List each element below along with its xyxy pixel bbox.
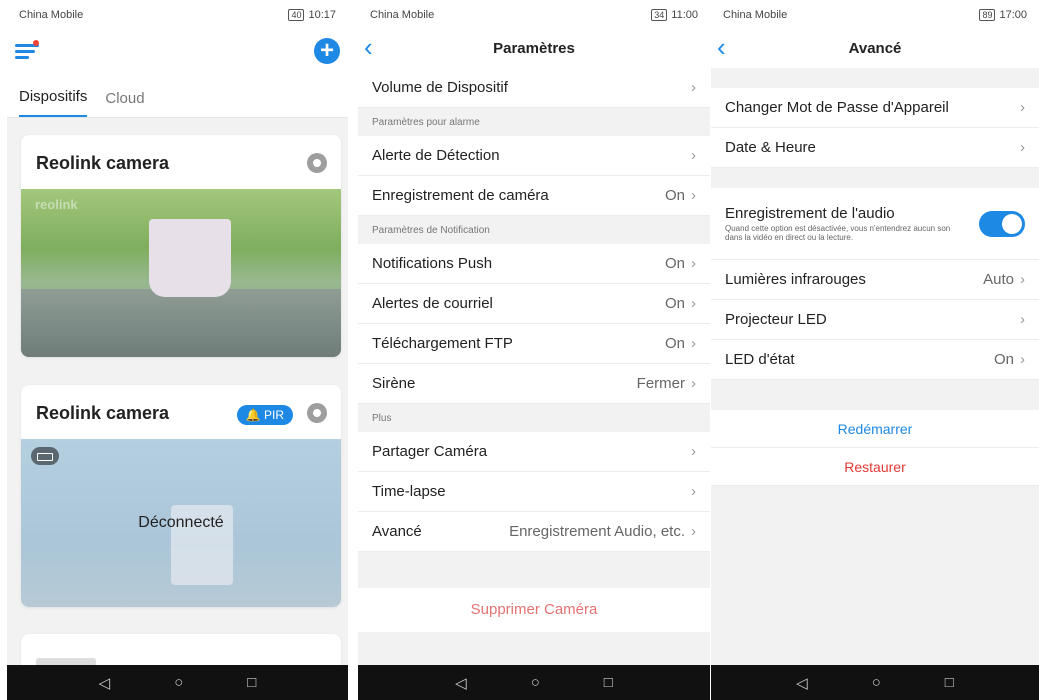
settings-row-led-spotlight[interactable]: Projecteur LED ›	[711, 300, 1039, 340]
camera-card-header: Reolink camera 🔔 PIR	[21, 385, 341, 439]
settings-row-push-notifications[interactable]: Notifications Push On ›	[358, 244, 710, 284]
battery-indicator: 34	[651, 9, 668, 21]
chevron-right-icon: ›	[691, 147, 696, 164]
settings-list: Volume de Dispositif ›	[358, 68, 710, 108]
add-device-button[interactable]: +	[314, 38, 340, 64]
gear-icon[interactable]	[307, 153, 327, 173]
settings-row-time-lapse[interactable]: Time-lapse ›	[358, 472, 710, 512]
back-arrow-icon[interactable]: ‹	[717, 32, 726, 62]
settings-screen: China Mobile 34 11:00 ‹ Paramètres Volum…	[358, 0, 710, 700]
tab-devices[interactable]: Dispositifs	[19, 88, 88, 117]
recent-nav-icon[interactable]: □	[247, 674, 256, 691]
chevron-right-icon: ›	[691, 443, 696, 460]
status-bar: China Mobile 89 17:00	[711, 0, 1039, 30]
battery-icon	[31, 447, 59, 465]
camera-card[interactable]: Reolink camera reolink	[21, 135, 341, 357]
clock: 11:00	[671, 9, 698, 21]
battery-indicator: 40	[288, 9, 305, 21]
chevron-right-icon: ›	[691, 335, 696, 352]
settings-row-advanced[interactable]: Avancé Enregistrement Audio, etc. ›	[358, 512, 710, 552]
chevron-right-icon: ›	[1020, 311, 1025, 328]
chevron-right-icon: ›	[1020, 99, 1025, 116]
tab-bar: Dispositifs Cloud	[7, 76, 348, 118]
chevron-right-icon: ›	[691, 255, 696, 272]
audio-recording-label: Enregistrement de l'audio	[725, 205, 895, 222]
settings-row-detection-alert[interactable]: Alerte de Détection ›	[358, 136, 710, 176]
system-nav-bar: ◁ ○ □	[358, 665, 710, 700]
back-nav-icon[interactable]: ◁	[455, 674, 467, 692]
chevron-right-icon: ›	[691, 375, 696, 392]
screen-header: ‹ Avancé	[711, 30, 1039, 68]
camera-card[interactable]: Reolink camera 🔔 PIR Déconnecté	[21, 385, 341, 607]
page-title: Avancé	[848, 40, 902, 57]
advanced-screen: China Mobile 89 17:00 ‹ Avancé Changer M…	[711, 0, 1039, 700]
device-list-screen: China Mobile 40 10:17 + Dispositifs Clou…	[7, 0, 348, 700]
battery-indicator: 89	[979, 9, 996, 21]
status-bar: China Mobile 34 11:00	[358, 0, 710, 30]
settings-row-share-camera[interactable]: Partager Caméra ›	[358, 432, 710, 472]
tab-cloud[interactable]: Cloud	[105, 90, 144, 117]
camera-name: Reolink camera	[36, 153, 170, 173]
chevron-right-icon: ›	[691, 295, 696, 312]
home-nav-icon[interactable]: ○	[174, 674, 183, 691]
pir-badge[interactable]: 🔔 PIR	[236, 405, 293, 425]
page-title: Paramètres	[493, 40, 575, 57]
clock: 17:00	[999, 9, 1027, 21]
recent-nav-icon[interactable]: □	[945, 674, 954, 691]
chevron-right-icon: ›	[1020, 271, 1025, 288]
feed-watermark: reolink	[35, 197, 78, 212]
carrier-label: China Mobile	[19, 9, 84, 21]
settings-row-siren[interactable]: Sirène Fermer ›	[358, 364, 710, 404]
back-nav-icon[interactable]: ◁	[796, 674, 808, 692]
screen-header: ‹ Paramètres	[358, 30, 710, 68]
system-nav-bar: ◁ ○ □	[7, 665, 348, 700]
gear-icon[interactable]	[307, 403, 327, 423]
chevron-right-icon: ›	[1020, 139, 1025, 156]
settings-row-date-time[interactable]: Date & Heure ›	[711, 128, 1039, 168]
audio-recording-description: Quand cette option est désactivée, vous …	[725, 224, 951, 242]
camera-name: Reolink camera	[36, 403, 170, 423]
reboot-button[interactable]: Redémarrer	[711, 410, 1039, 448]
settings-row-camera-recording[interactable]: Enregistrement de caméra On ›	[358, 176, 710, 216]
camera-card-header: Reolink camera	[21, 135, 341, 189]
section-title: Paramètres de Notification	[358, 216, 710, 244]
chevron-right-icon: ›	[691, 523, 696, 540]
settings-row-status-led[interactable]: LED d'état On ›	[711, 340, 1039, 380]
back-nav-icon[interactable]: ◁	[99, 674, 111, 692]
section-title: Plus	[358, 404, 710, 432]
settings-row-audio-recording: Enregistrement de l'audio Quand cette op…	[711, 188, 1039, 260]
chevron-right-icon: ›	[691, 79, 696, 96]
settings-row-volume[interactable]: Volume de Dispositif ›	[358, 68, 710, 108]
carrier-label: China Mobile	[723, 9, 788, 21]
camera-snapshot[interactable]: Déconnecté	[21, 439, 341, 607]
chevron-right-icon: ›	[691, 483, 696, 500]
home-nav-icon[interactable]: ○	[872, 674, 881, 691]
camera-live-preview[interactable]: reolink	[21, 189, 341, 357]
system-nav-bar: ◁ ○ □	[711, 665, 1039, 700]
audio-recording-toggle[interactable]	[979, 210, 1025, 237]
section-title: Paramètres pour alarme	[358, 108, 710, 136]
carrier-label: China Mobile	[370, 9, 435, 21]
settings-row-change-password[interactable]: Changer Mot de Passe d'Appareil ›	[711, 88, 1039, 128]
settings-row-ftp-upload[interactable]: Téléchargement FTP On ›	[358, 324, 710, 364]
back-arrow-icon[interactable]: ‹	[364, 32, 373, 62]
restore-button[interactable]: Restaurer	[711, 448, 1039, 486]
chevron-right-icon: ›	[691, 187, 696, 204]
home-nav-icon[interactable]: ○	[531, 674, 540, 691]
top-bar: +	[7, 30, 348, 76]
recent-nav-icon[interactable]: □	[604, 674, 613, 691]
menu-icon[interactable]	[15, 40, 39, 60]
notification-dot	[33, 40, 39, 46]
delete-camera-button[interactable]: Supprimer Caméra	[358, 588, 710, 632]
clock: 10:17	[308, 9, 336, 21]
settings-row-email-alerts[interactable]: Alertes de courriel On ›	[358, 284, 710, 324]
status-bar: China Mobile 40 10:17	[7, 0, 348, 30]
settings-row-infrared-lights[interactable]: Lumières infrarouges Auto ›	[711, 260, 1039, 300]
chevron-right-icon: ›	[1020, 351, 1025, 368]
disconnected-label: Déconnecté	[138, 514, 224, 531]
